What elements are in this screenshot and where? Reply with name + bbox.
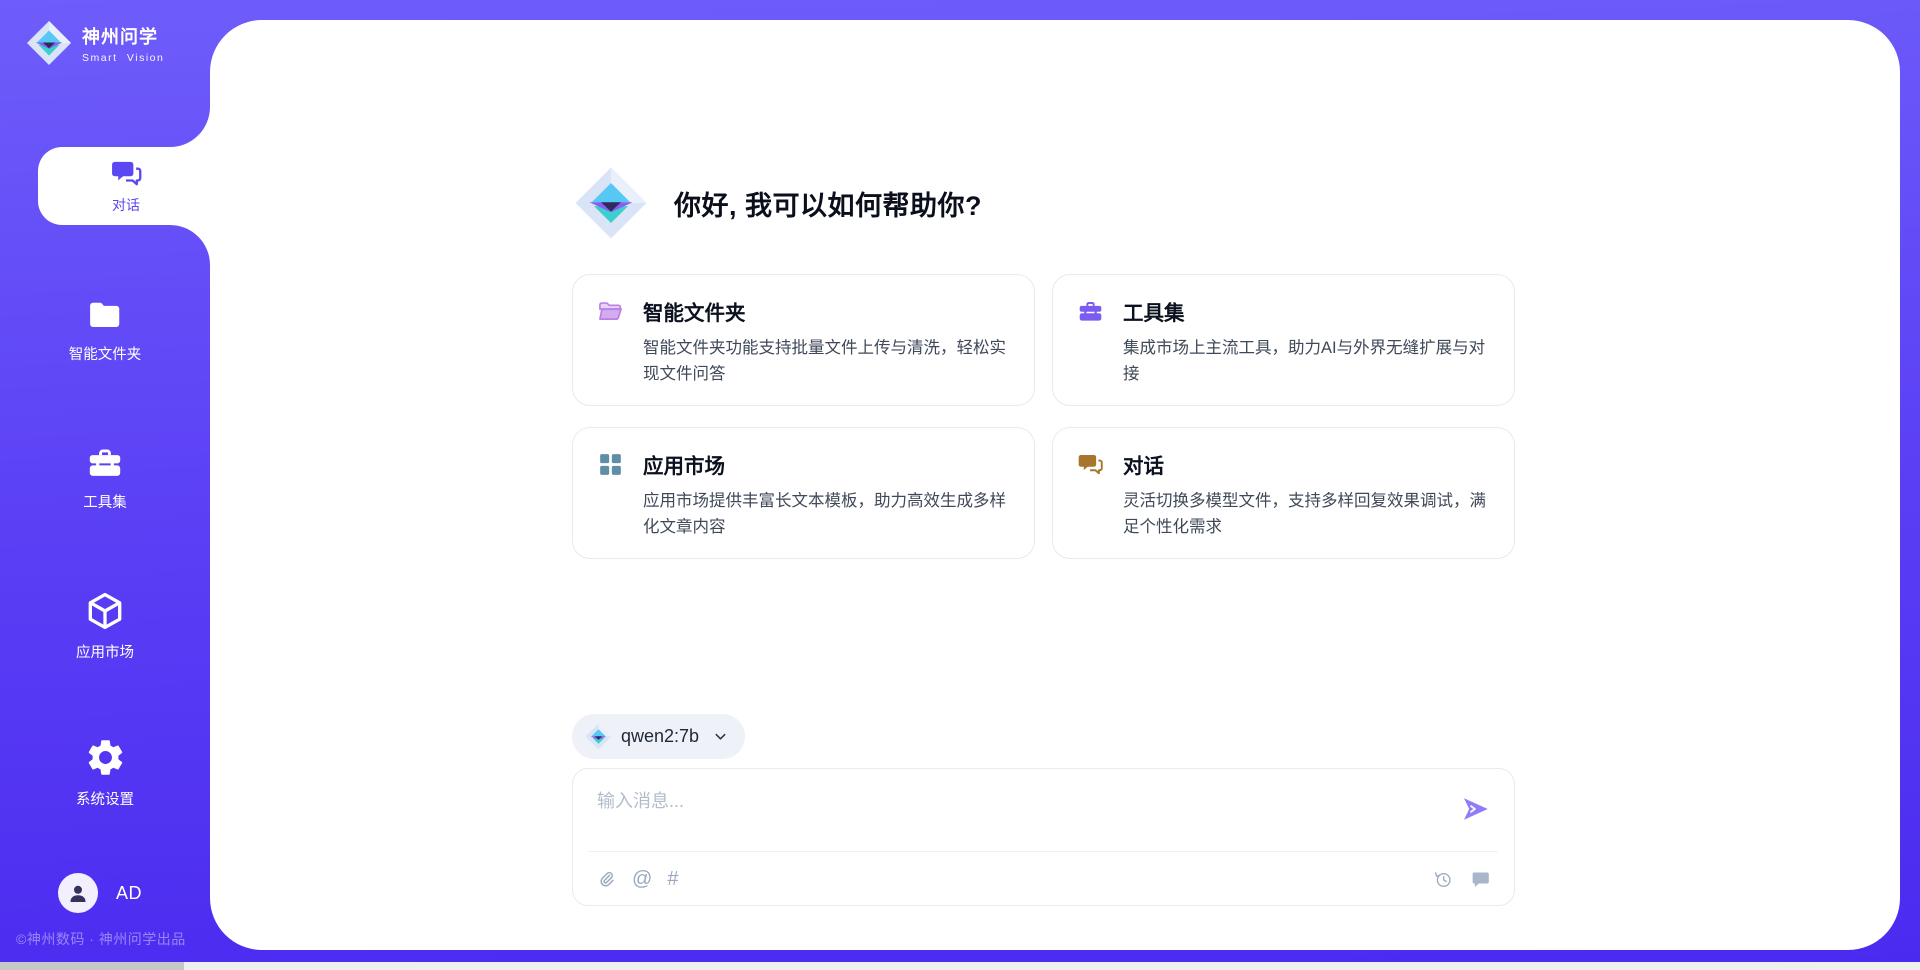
feedback-icon[interactable]	[1470, 869, 1491, 890]
brand-diamond-icon	[26, 20, 72, 66]
composer-divider	[589, 851, 1498, 852]
sidebar-item-smart-folder[interactable]: 智能文件夹	[0, 296, 210, 364]
grid-icon	[597, 451, 624, 478]
sidebar-item-label: 应用市场	[76, 641, 134, 662]
user-profile[interactable]: AD	[58, 873, 142, 913]
send-icon	[1460, 793, 1492, 825]
gear-icon	[84, 736, 127, 779]
sidebar-item-chat[interactable]: 对话	[38, 147, 214, 225]
sidebar-item-label: 对话	[112, 195, 140, 215]
attach-icon[interactable]	[596, 869, 617, 890]
model-selector[interactable]: qwen2:7b	[572, 714, 745, 759]
chat-icon	[1077, 451, 1104, 478]
chat-icon	[110, 157, 143, 190]
brand-subtitle: Smart Vision	[82, 52, 164, 64]
folder-icon	[86, 296, 124, 334]
user-name: AD	[116, 883, 142, 904]
chevron-down-icon	[712, 728, 729, 745]
sidebar-item-toolset[interactable]: 工具集	[0, 444, 210, 512]
history-icon[interactable]	[1433, 869, 1454, 890]
feature-card-toolset[interactable]: 工具集 集成市场上主流工具，助力AI与外界无缝扩展与对接	[1052, 274, 1515, 406]
card-title: 对话	[1123, 449, 1164, 479]
greeting: 你好, 我可以如何帮助你?	[574, 160, 982, 246]
copyright: ©神州数码 · 神州问学出品	[16, 929, 186, 949]
brand-diamond-icon	[574, 166, 648, 240]
feature-card-chat[interactable]: 对话 灵活切换多模型文件，支持多样回复效果调试，满足个性化需求	[1052, 427, 1515, 559]
cube-icon	[84, 590, 126, 632]
card-title: 应用市场	[643, 449, 725, 479]
card-title: 工具集	[1123, 296, 1185, 326]
avatar	[58, 873, 98, 913]
horizontal-scrollbar	[0, 962, 1920, 970]
folder-open-icon	[597, 298, 624, 325]
briefcase-icon	[86, 444, 124, 482]
card-description: 灵活切换多模型文件，支持多样回复效果调试，满足个性化需求	[1123, 488, 1490, 540]
active-tab-curve-top	[170, 107, 210, 147]
model-name: qwen2:7b	[621, 726, 699, 747]
model-diamond-icon	[585, 723, 612, 750]
sidebar-item-label: 系统设置	[76, 788, 134, 809]
app-logo: 神州问学 Smart Vision	[26, 20, 164, 66]
sidebar-item-label: 工具集	[83, 491, 127, 512]
sidebar-item-app-market[interactable]: 应用市场	[0, 590, 210, 662]
active-tab-curve-bottom	[170, 225, 210, 265]
mention-icon[interactable]: @	[632, 869, 652, 890]
greeting-title: 你好, 我可以如何帮助你?	[674, 184, 982, 223]
message-composer: @ #	[572, 768, 1515, 906]
hashtag-icon[interactable]: #	[667, 869, 678, 890]
scrollbar-thumb[interactable]	[0, 962, 184, 970]
main-panel: 你好, 我可以如何帮助你? 智能文件夹 智能文件夹功能支持批量文件上传与清洗，轻…	[210, 20, 1900, 950]
sidebar-item-settings[interactable]: 系统设置	[0, 736, 210, 809]
card-description: 集成市场上主流工具，助力AI与外界无缝扩展与对接	[1123, 335, 1490, 387]
sidebar-item-label: 智能文件夹	[69, 343, 142, 364]
briefcase-icon	[1077, 298, 1104, 325]
send-button[interactable]	[1460, 793, 1492, 825]
card-description: 智能文件夹功能支持批量文件上传与清洗，轻松实现文件问答	[643, 335, 1010, 387]
brand-title: 神州问学	[82, 23, 164, 49]
person-icon	[66, 881, 90, 905]
card-description: 应用市场提供丰富长文本模板，助力高效生成多样化文章内容	[643, 488, 1010, 540]
feature-card-smart-folder[interactable]: 智能文件夹 智能文件夹功能支持批量文件上传与清洗，轻松实现文件问答	[572, 274, 1035, 406]
card-title: 智能文件夹	[643, 296, 746, 326]
feature-card-app-market[interactable]: 应用市场 应用市场提供丰富长文本模板，助力高效生成多样化文章内容	[572, 427, 1035, 559]
message-input[interactable]	[597, 787, 1437, 845]
feature-cards: 智能文件夹 智能文件夹功能支持批量文件上传与清洗，轻松实现文件问答 工具集 集成…	[572, 274, 1515, 559]
